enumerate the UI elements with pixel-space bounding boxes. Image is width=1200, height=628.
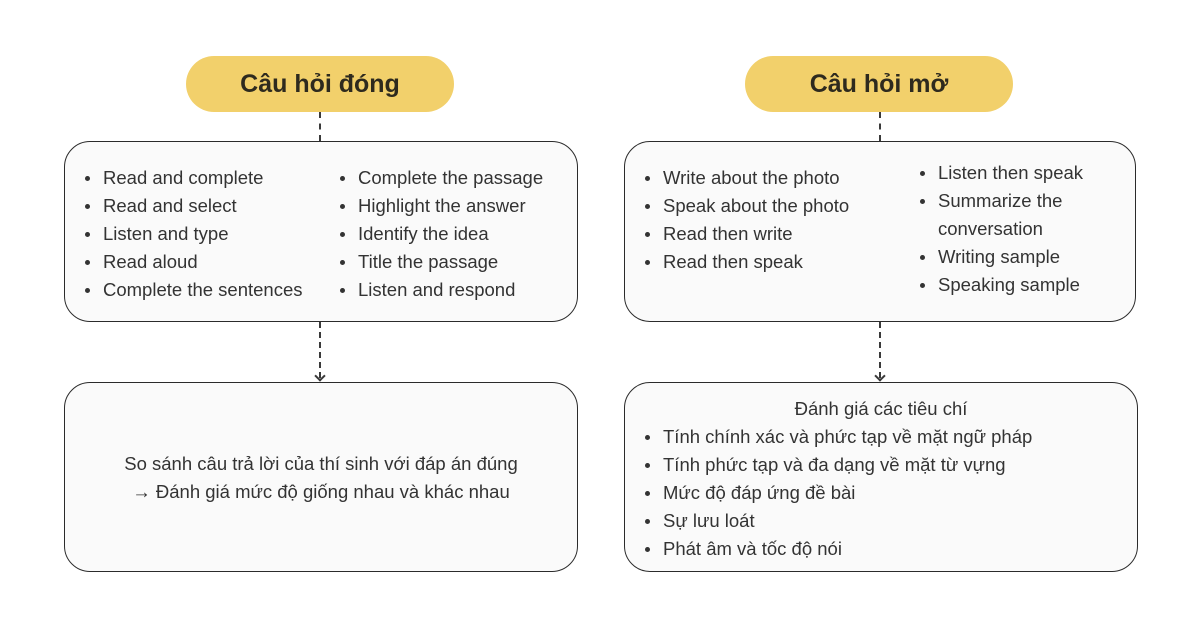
list-item: Mức độ đáp ứng đề bài — [641, 479, 1032, 507]
evaluation-line: So sánh câu trả lời của thí sinh với đáp… — [124, 453, 518, 474]
list-item: Listen then speak — [916, 159, 1106, 187]
open-types-list-left: Write about the photo Speak about the ph… — [641, 164, 849, 276]
list-item: Writing sample — [916, 243, 1106, 271]
list-item: Sự lưu loát — [641, 507, 1032, 535]
evaluation-line: → Đánh giá mức độ giống nhau và khác nha… — [132, 481, 510, 502]
open-questions-title: Câu hỏi mở — [809, 69, 949, 98]
list-item: Read and complete — [81, 164, 303, 192]
list-item: Highlight the answer — [336, 192, 543, 220]
closed-evaluation-box: So sánh câu trả lời của thí sinh với đáp… — [64, 382, 578, 572]
list-item: Tính chính xác và phức tạp về mặt ngữ ph… — [641, 423, 1032, 451]
open-evaluation-box: Đánh giá các tiêu chí Tính chính xác và … — [624, 382, 1138, 572]
list-item: Complete the passage — [336, 164, 543, 192]
closed-types-list-left: Read and complete Read and select Listen… — [81, 164, 303, 304]
list-item: Read aloud — [81, 248, 303, 276]
list-item: Read then speak — [641, 248, 849, 276]
closed-types-list-right: Complete the passage Highlight the answe… — [336, 164, 543, 304]
criteria-list: Tính chính xác và phức tạp về mặt ngữ ph… — [641, 423, 1032, 563]
closed-evaluation-text: So sánh câu trả lời của thí sinh với đáp… — [65, 450, 577, 506]
open-types-list-right: Listen then speak Summarize the conversa… — [916, 159, 1106, 299]
evaluation-heading: Đánh giá các tiêu chí — [794, 398, 968, 419]
list-item: Tính phức tạp và đa dạng về mặt từ vựng — [641, 451, 1032, 479]
list-item: Summarize the conversation — [916, 187, 1106, 243]
closed-question-types-box: Read and complete Read and select Listen… — [64, 141, 578, 322]
connector-closed-top — [319, 112, 321, 141]
list-item: Write about the photo — [641, 164, 849, 192]
list-item: Listen and respond — [336, 276, 543, 304]
list-item: Speaking sample — [916, 271, 1106, 299]
list-item: Read then write — [641, 220, 849, 248]
list-item: Complete the sentences — [81, 276, 303, 304]
connector-open-top — [879, 112, 881, 141]
list-item: Phát âm và tốc độ nói — [641, 535, 1032, 563]
list-item: Identify the idea — [336, 220, 543, 248]
closed-questions-title: Câu hỏi đóng — [240, 69, 400, 98]
list-item: Title the passage — [336, 248, 543, 276]
arrow-down-icon — [314, 370, 326, 382]
list-item: Speak about the photo — [641, 192, 849, 220]
open-question-types-box: Write about the photo Speak about the ph… — [624, 141, 1136, 322]
list-item: Listen and type — [81, 220, 303, 248]
arrow-down-icon — [874, 370, 886, 382]
list-item: Read and select — [81, 192, 303, 220]
closed-questions-header: Câu hỏi đóng — [186, 56, 454, 112]
open-questions-header: Câu hỏi mở — [745, 56, 1013, 112]
